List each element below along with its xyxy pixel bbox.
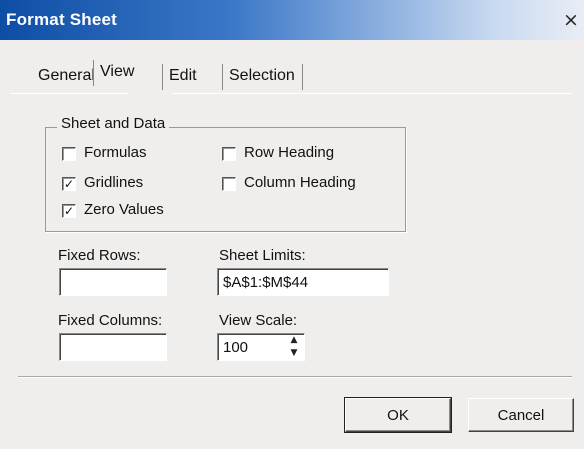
ok-button[interactable]: OK [344,397,452,433]
fixed-rows-input[interactable] [59,268,167,296]
checkbox-label: Formulas [84,144,147,161]
group-label: Sheet and Data [57,115,170,132]
checkbox-box[interactable] [62,147,76,161]
checkbox-label: Gridlines [84,174,144,191]
tab-strip-end [302,64,303,90]
checkbox-box[interactable]: ✓ [62,177,76,191]
close-icon[interactable]: × [560,10,582,30]
spin-up-icon[interactable]: ▲ [287,334,301,347]
window-title: Format Sheet [6,10,118,29]
cancel-button[interactable]: Cancel [468,398,574,432]
tab-general[interactable]: General [38,60,95,92]
sheet-limits-input[interactable]: $A$1:$M$44 [217,268,389,296]
checkbox-box[interactable] [222,147,236,161]
title-bar[interactable]: Format Sheet × [0,0,584,40]
spin-down-icon[interactable]: ▼ [287,347,301,360]
fixed-columns-label: Fixed Columns: [58,312,163,329]
divider [18,377,572,378]
fixed-columns-input[interactable] [59,333,167,361]
format-sheet-dialog: Format Sheet × General View Edit Selecti… [0,0,584,449]
tab-panel-edge [10,93,128,94]
tab-selection[interactable]: Selection [222,60,295,92]
tab-panel-edge [172,93,572,94]
sheet-limits-label: Sheet Limits: [219,247,306,264]
tab-view[interactable]: View [92,56,134,88]
checkbox-label: Zero Values [84,201,164,218]
view-scale-label: View Scale: [219,312,298,329]
fixed-rows-label: Fixed Rows: [58,247,141,264]
checkbox-label: Column Heading [244,174,356,191]
checkbox-box[interactable]: ✓ [62,204,76,218]
checkbox-box[interactable] [222,177,236,191]
checkbox-label: Row Heading [244,144,335,161]
tab-edit[interactable]: Edit [162,60,197,92]
view-scale-spinner[interactable]: ▲ ▼ [287,334,301,360]
